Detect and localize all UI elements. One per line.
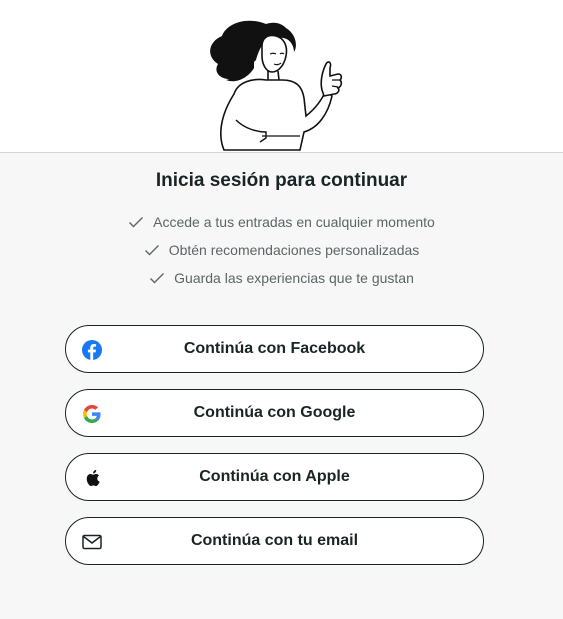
benefit-item: Guarda las experiencias que te gustan	[0, 264, 563, 292]
benefit-item: Obtén recomendaciones personalizadas	[0, 236, 563, 264]
check-icon	[128, 216, 144, 228]
page-title: Inicia sesión para continuar	[155, 170, 408, 191]
benefits-list: Accede a tus entradas en cualquier momen…	[0, 208, 563, 292]
mail-icon	[81, 531, 103, 553]
button-label: Continúa con Apple	[199, 468, 350, 485]
continue-with-google-button[interactable]: Continúa con Google	[65, 389, 484, 437]
check-icon	[149, 272, 165, 284]
benefit-item: Accede a tus entradas en cualquier momen…	[0, 208, 563, 236]
continue-with-email-button[interactable]: Continúa con tu email	[65, 517, 484, 565]
button-label: Continúa con Facebook	[183, 340, 366, 357]
benefit-text: Obtén recomendaciones personalizadas	[168, 242, 420, 258]
google-icon	[81, 403, 103, 425]
benefit-text: Guarda las experiencias que te gustan	[174, 270, 414, 286]
apple-icon	[81, 467, 103, 489]
facebook-icon	[81, 339, 103, 361]
continue-with-facebook-button[interactable]: Continúa con Facebook	[65, 325, 484, 373]
continue-with-apple-button[interactable]: Continúa con Apple	[65, 453, 484, 501]
woman-thumbs-up-illustration	[210, 20, 343, 151]
button-label: Continúa con tu email	[190, 532, 359, 549]
check-icon	[144, 244, 160, 256]
hero-illustration-panel	[0, 0, 563, 153]
benefit-text: Accede a tus entradas en cualquier momen…	[153, 214, 435, 230]
button-label: Continúa con Google	[193, 404, 356, 421]
